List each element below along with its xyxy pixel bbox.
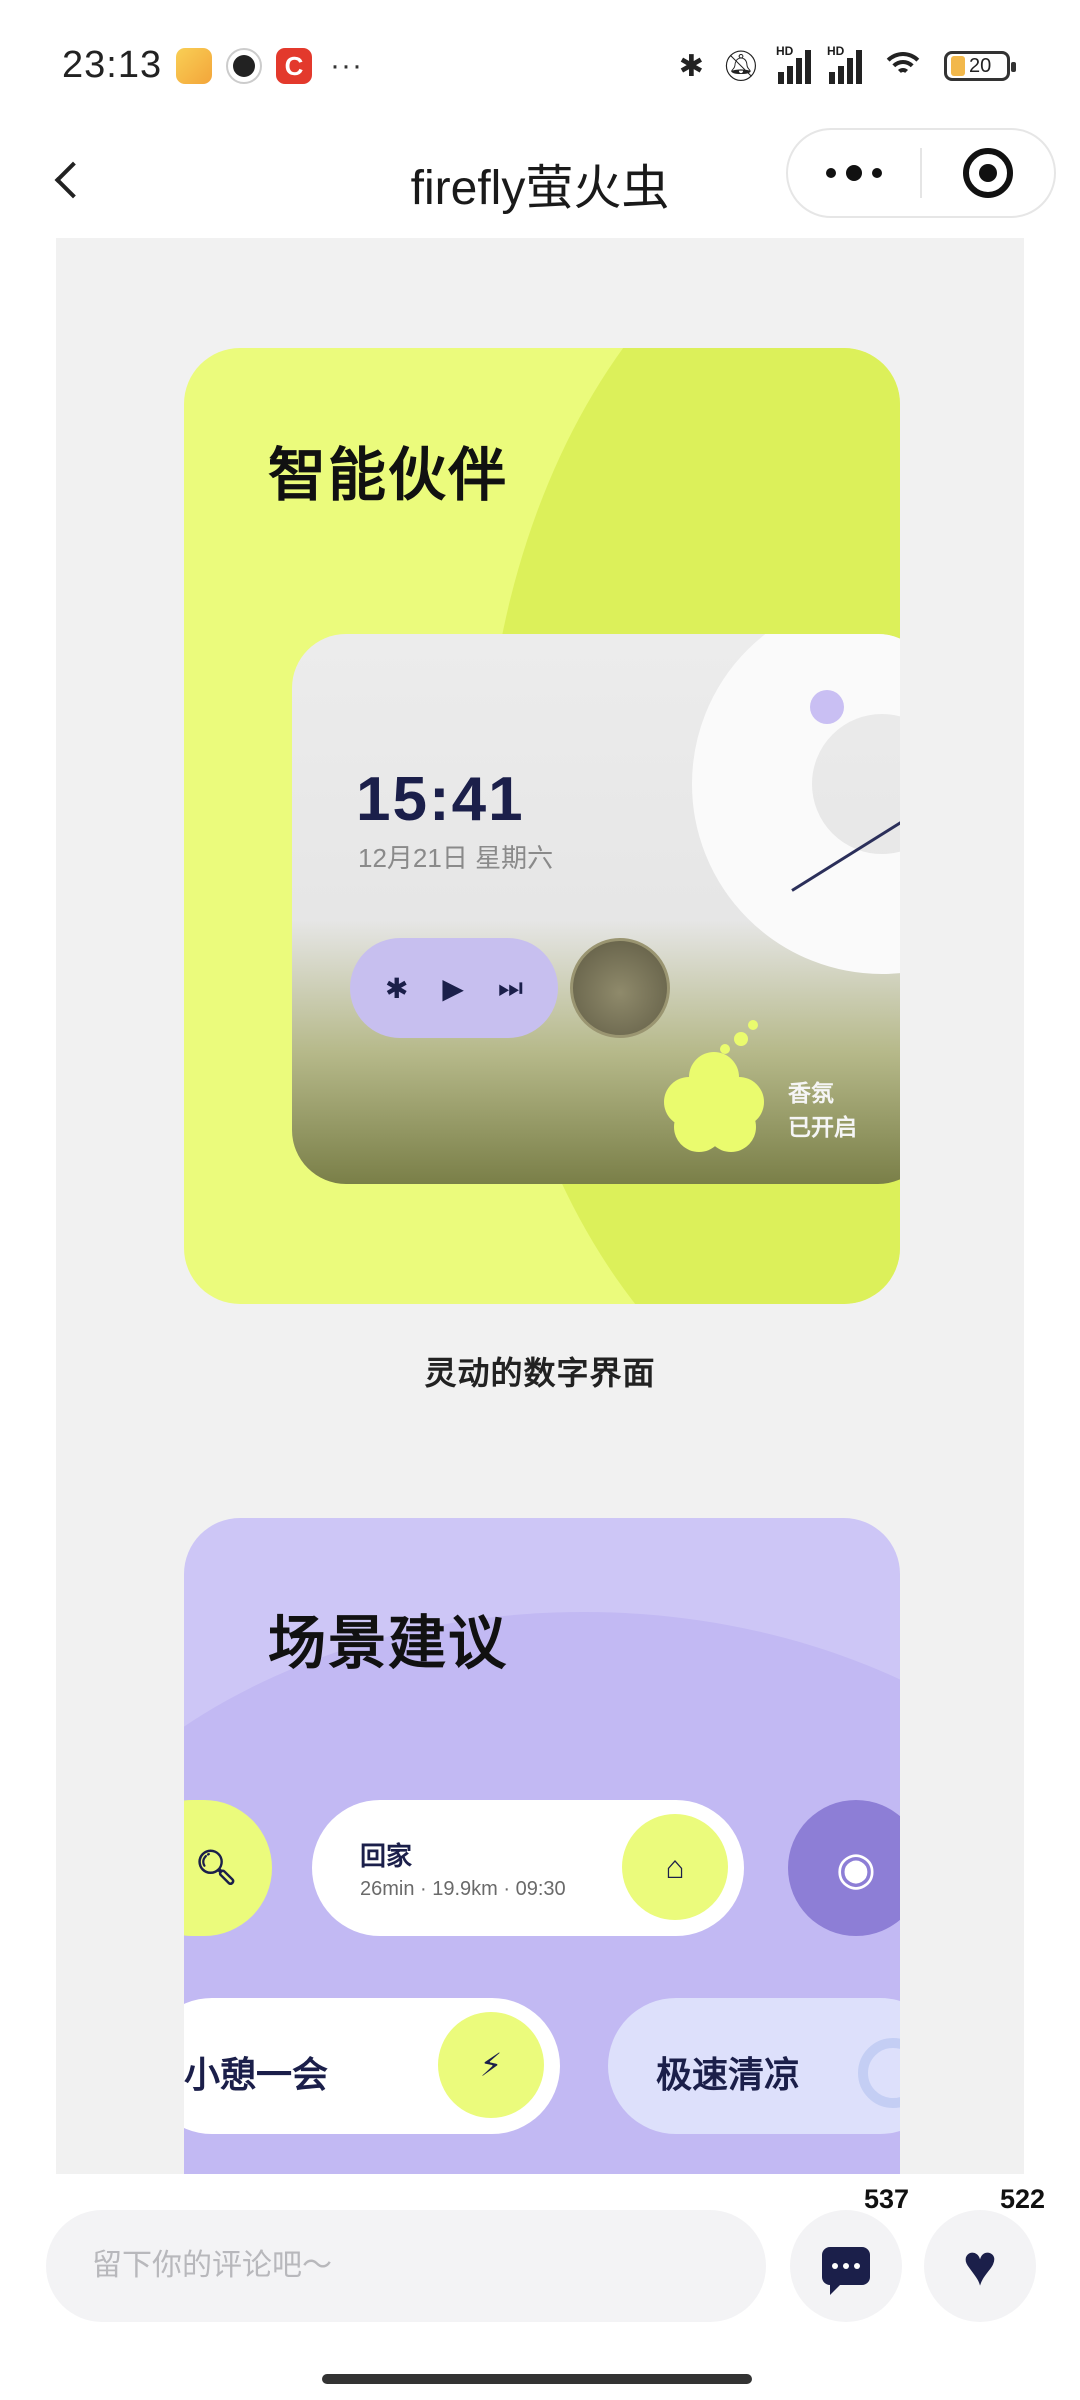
search-icon: 🔍︎ (194, 1849, 238, 1887)
scene-detail: 26min · 19.9km · 09:30 (360, 1878, 566, 1900)
scent-status: 香氛 已开启 (788, 1080, 857, 1140)
system-icons: ✱ 🔕︎ HD HD 20 (678, 44, 1016, 84)
comment-bar: 留下你的评论吧～ 537 ♥ 522 (0, 2178, 1080, 2358)
mute-icon: 🔕︎ (721, 49, 760, 83)
relax-icon: ⚡ (479, 2047, 503, 2083)
home-button[interactable]: ⌂ (622, 1814, 728, 1920)
dial-ring (692, 634, 900, 974)
more-button[interactable] (788, 128, 920, 218)
more-notifications-icon: ··· (330, 49, 363, 82)
fan-icon (858, 2038, 900, 2108)
bluetooth-icon: ✱ (384, 972, 409, 1004)
comment-button[interactable] (790, 2210, 902, 2322)
nav-bar: firefly萤火虫 (0, 128, 1080, 238)
close-mini-program-button[interactable] (922, 128, 1054, 218)
card-title: 场景建议 (268, 1611, 509, 1676)
clock-date: 12月21日 星期六 (358, 843, 554, 873)
smart-companion-card: 智能伙伴 15:41 12月21日 星期六 ✱ ▶ ⏭ 香氛 已开启 (184, 348, 900, 1304)
c-app-icon: C (276, 48, 312, 84)
rest-button[interactable]: ⚡ (438, 2012, 544, 2118)
bluetooth-status-icon: ✱ (678, 49, 704, 83)
status-bar: 23:13 C ··· ✱ 🔕︎ HD HD 20 (0, 0, 1080, 128)
comment-icon (822, 2247, 870, 2295)
notes-app-icon (176, 48, 212, 84)
scene-label: 极速清凉 (656, 2054, 801, 2095)
home-indicator[interactable] (322, 2374, 752, 2384)
album-art (570, 938, 670, 1038)
go-home-scene-pill[interactable]: 回家 26min · 19.9km · 09:30 ⌂ (312, 1800, 744, 1936)
wifi-icon (880, 48, 926, 84)
status-time: 23:13 (62, 44, 163, 86)
scene-label: 回家 (360, 1841, 413, 1871)
next-track-icon: ⏭ (497, 971, 524, 1003)
clock-time: 15:41 (356, 765, 525, 834)
like-button[interactable]: ♥ (924, 2210, 1036, 2322)
digital-screen-mockup: 15:41 12月21日 星期六 ✱ ▶ ⏭ 香氛 已开启 (292, 634, 900, 1184)
notification-icons: C ··· (176, 48, 363, 84)
camera-icon: ◉ (835, 1842, 877, 1894)
play-icon: ▶ (442, 972, 464, 1004)
mini-program-capsule (786, 128, 1056, 218)
dial-dot (810, 690, 844, 724)
card-caption: 灵动的数字界面 (424, 1355, 656, 1391)
heart-icon: ♥ (962, 2233, 998, 2298)
comment-count: 537 (864, 2184, 910, 2214)
scent-flower-icon (664, 1020, 764, 1152)
scene-suggestion-card: 场景建议 🔍︎ 回家 26min · 19.9km · 09:30 ⌂ ◉ 小憩… (184, 1518, 900, 2174)
signal-icon-2: HD (827, 44, 862, 84)
home-icon: ⌂ (665, 1848, 685, 1885)
article-content[interactable]: 智能伙伴 15:41 12月21日 星期六 ✱ ▶ ⏭ 香氛 已开启 灵动的数字… (56, 238, 1024, 2174)
target-icon (962, 148, 1013, 198)
rest-scene-pill[interactable]: 小憩一会 ⚡ (184, 1998, 560, 2134)
card-title: 智能伙伴 (268, 443, 509, 508)
scene-label: 小憩一会 (184, 2054, 329, 2095)
comment-input[interactable]: 留下你的评论吧～ (46, 2210, 766, 2322)
battery-icon: 20 (944, 51, 1016, 81)
like-count: 522 (1000, 2184, 1046, 2214)
quick-cool-scene-pill[interactable]: 极速清凉 (608, 1998, 900, 2134)
clock-app-icon (226, 48, 262, 84)
signal-icon-1: HD (776, 44, 811, 84)
media-controls: ✱ ▶ ⏭ (350, 938, 558, 1038)
